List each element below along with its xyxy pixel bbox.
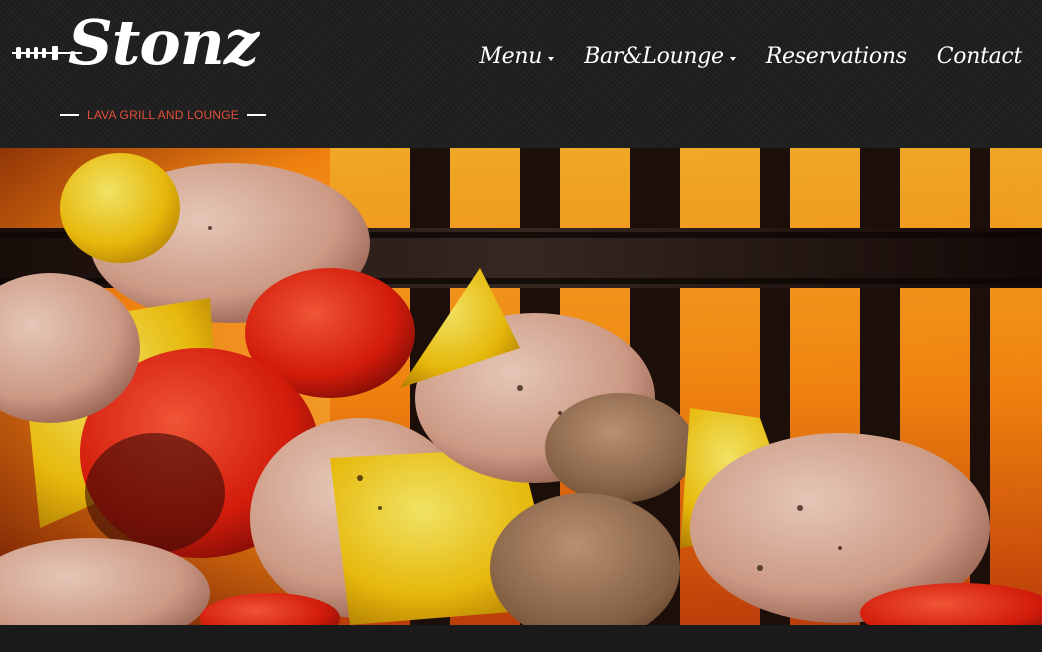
- caret-down-icon: [548, 56, 555, 61]
- brand-name: Stonz: [68, 6, 259, 79]
- brand-tagline-row: LAVA GRILL AND LOUNGE: [60, 106, 266, 124]
- hero-grill-illustration: [0, 148, 1042, 625]
- caret-down-icon: [729, 56, 736, 61]
- nav-label-reservations: Reservations: [765, 44, 907, 69]
- main-nav: Menu Bar&Lounge Reservations Contact: [479, 44, 1022, 69]
- footer-strip: [0, 625, 1042, 652]
- tagline-divider-left: [60, 114, 79, 116]
- nav-label-menu: Menu: [479, 44, 543, 69]
- hero-image: [0, 148, 1042, 625]
- site-header: Stonz LAVA GRILL AND LOUNGE Menu Bar&Lou…: [0, 0, 1042, 148]
- nav-label-contact: Contact: [936, 44, 1023, 69]
- nav-item-contact[interactable]: Contact: [936, 44, 1023, 69]
- nav-label-bar-lounge: Bar&Lounge: [584, 44, 724, 69]
- tagline-divider-right: [247, 114, 266, 116]
- brand-tagline: LAVA GRILL AND LOUNGE: [86, 108, 240, 122]
- nav-item-menu[interactable]: Menu: [479, 44, 555, 69]
- page: Stonz LAVA GRILL AND LOUNGE Menu Bar&Lou…: [0, 0, 1042, 652]
- nav-item-bar-lounge[interactable]: Bar&Lounge: [584, 44, 736, 69]
- site-logo[interactable]: Stonz LAVA GRILL AND LOUNGE: [12, 12, 268, 128]
- nav-item-reservations[interactable]: Reservations: [766, 44, 907, 69]
